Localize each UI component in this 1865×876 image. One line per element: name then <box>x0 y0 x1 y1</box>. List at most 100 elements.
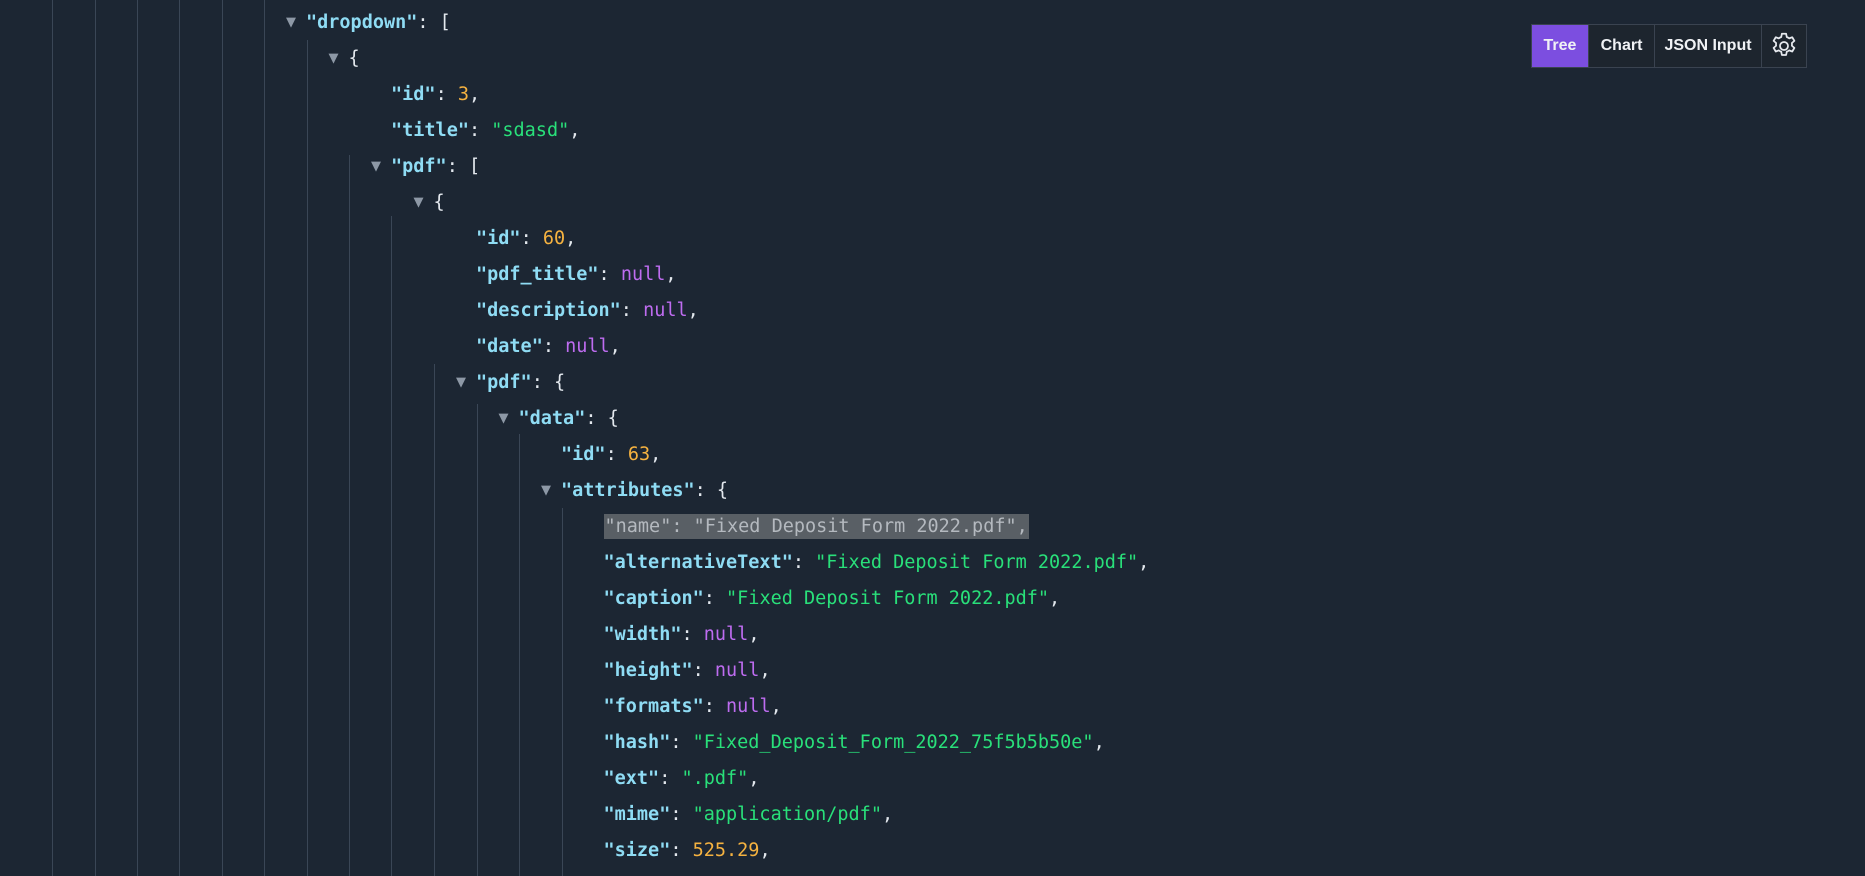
json-punctuation: { <box>433 192 445 213</box>
collapse-toggle-icon[interactable]: ▼ <box>324 41 344 77</box>
json-punctuation: : <box>520 228 543 249</box>
tree-line[interactable]: "alternativeText": "Fixed Deposit Form 2… <box>604 545 1150 581</box>
tree-line[interactable]: "pdf": { <box>476 365 565 401</box>
tree-line[interactable]: "attributes": { <box>561 473 728 509</box>
json-key: "pdf" <box>391 156 447 177</box>
indent-guide <box>519 434 520 876</box>
json-punctuation: : <box>670 732 693 753</box>
tree-line[interactable]: "dropdown": [ <box>306 5 451 41</box>
collapse-toggle-icon[interactable]: ▼ <box>536 473 556 509</box>
json-punctuation: , <box>1049 588 1061 609</box>
tab-json-input[interactable]: JSON Input <box>1655 25 1762 67</box>
json-string: "Fixed Deposit Form 2022.pdf" <box>726 588 1050 609</box>
tree-line[interactable]: "height": null, <box>604 653 771 689</box>
line-content: "id": 63, <box>561 444 661 465</box>
json-null: null <box>565 336 610 357</box>
json-number: 525.29 <box>692 840 760 861</box>
json-key: "height" <box>603 660 693 681</box>
json-string: "Fixed Deposit Form 2022.pdf" <box>693 516 1017 537</box>
tree-line[interactable]: { <box>349 41 360 77</box>
line-content: "id": 60, <box>476 228 576 249</box>
indent-guide <box>391 216 392 876</box>
json-punctuation: , <box>468 84 481 105</box>
json-punctuation: , <box>759 840 771 861</box>
json-key: "size" <box>603 840 671 861</box>
indent-guide <box>137 0 138 876</box>
json-key: "id" <box>391 84 436 105</box>
collapse-toggle-icon[interactable]: ▼ <box>494 401 514 437</box>
line-content: "height": null, <box>604 660 771 681</box>
tree-line[interactable]: "id": 60, <box>476 221 576 257</box>
tree-line[interactable]: "mime": "application/pdf", <box>604 797 894 833</box>
line-content: "date": null, <box>476 336 621 357</box>
tree-line[interactable]: "date": null, <box>476 329 621 365</box>
line-content: "alternativeText": "Fixed Deposit Form 2… <box>604 552 1150 573</box>
json-number: 3 <box>457 84 469 105</box>
json-key: "dropdown" <box>306 12 418 33</box>
tree-line[interactable]: "hash": "Fixed_Deposit_Form_2022_75f5b5b… <box>604 725 1105 761</box>
json-punctuation: : <box>435 84 458 105</box>
json-null: null <box>714 660 760 681</box>
json-null: null <box>620 264 666 285</box>
json-key: "mime" <box>603 804 671 825</box>
json-key: "id" <box>561 444 606 465</box>
json-punctuation: : [ <box>417 12 451 33</box>
tree-line[interactable]: "id": 3, <box>391 77 480 113</box>
json-key: "ext" <box>603 768 660 789</box>
collapse-toggle-icon[interactable]: ▼ <box>366 149 386 185</box>
line-content: "mime": "application/pdf", <box>604 804 894 825</box>
tree-line[interactable]: "description": null, <box>476 293 699 329</box>
json-punctuation: , <box>569 120 581 141</box>
line-content: { <box>349 48 360 69</box>
tree-line[interactable]: "width": null, <box>604 617 760 653</box>
json-string: "Fixed Deposit Form 2022.pdf" <box>815 552 1139 573</box>
line-content: "title": "sdasd", <box>391 120 580 141</box>
indent-guide <box>179 0 180 876</box>
json-key: "name" <box>604 516 672 537</box>
tree-line[interactable]: "size": 525.29, <box>604 833 771 869</box>
tab-chart[interactable]: Chart <box>1589 25 1655 67</box>
indent-guide <box>222 0 223 876</box>
settings-button[interactable] <box>1762 25 1806 67</box>
json-key: "pdf" <box>476 372 532 393</box>
tree-line[interactable]: "pdf_title": null, <box>476 257 677 293</box>
tree-line[interactable]: { <box>434 185 445 221</box>
json-key: "date" <box>476 336 543 357</box>
tree-line[interactable]: "name": "Fixed Deposit Form 2022.pdf", <box>603 509 1029 545</box>
json-punctuation: , <box>748 768 760 789</box>
tree-line[interactable]: "pdf": [ <box>391 149 480 185</box>
json-punctuation: , <box>650 444 662 465</box>
json-punctuation: , <box>687 300 699 321</box>
json-punctuation: : <box>542 336 566 357</box>
tab-tree[interactable]: Tree <box>1532 25 1589 67</box>
tree-line[interactable]: "formats": null, <box>604 689 782 725</box>
tree-line[interactable]: "id": 63, <box>561 437 661 473</box>
json-punctuation: , <box>759 660 771 681</box>
json-key: "title" <box>391 120 469 141</box>
json-punctuation: : <box>659 768 682 789</box>
json-punctuation: , <box>1138 552 1150 573</box>
tree-line[interactable]: "data": { <box>519 401 619 437</box>
json-punctuation: : <box>670 804 693 825</box>
json-string: "application/pdf" <box>692 804 882 825</box>
json-punctuation: : <box>703 588 727 609</box>
line-content: "data": { <box>519 408 619 429</box>
gear-icon <box>1769 31 1799 61</box>
tree-line[interactable]: "caption": "Fixed Deposit Form 2022.pdf"… <box>604 581 1061 617</box>
line-content: "pdf_title": null, <box>476 264 677 285</box>
indent-guide <box>307 40 308 876</box>
tree-line[interactable]: "title": "sdasd", <box>391 113 580 149</box>
json-punctuation: , <box>609 336 621 357</box>
json-key: "hash" <box>603 732 671 753</box>
line-content: "dropdown": [ <box>306 12 451 33</box>
collapse-toggle-icon[interactable]: ▼ <box>409 185 429 221</box>
indent-guide <box>477 404 478 876</box>
line-content: "id": 3, <box>391 84 480 105</box>
line-content: "pdf": { <box>476 372 565 393</box>
line-content: "pdf": [ <box>391 156 480 177</box>
collapse-toggle-icon[interactable]: ▼ <box>281 5 301 41</box>
tree-line[interactable]: "ext": ".pdf", <box>604 761 760 797</box>
json-punctuation: , <box>565 228 577 249</box>
json-key: "formats" <box>603 696 704 717</box>
collapse-toggle-icon[interactable]: ▼ <box>451 365 471 401</box>
